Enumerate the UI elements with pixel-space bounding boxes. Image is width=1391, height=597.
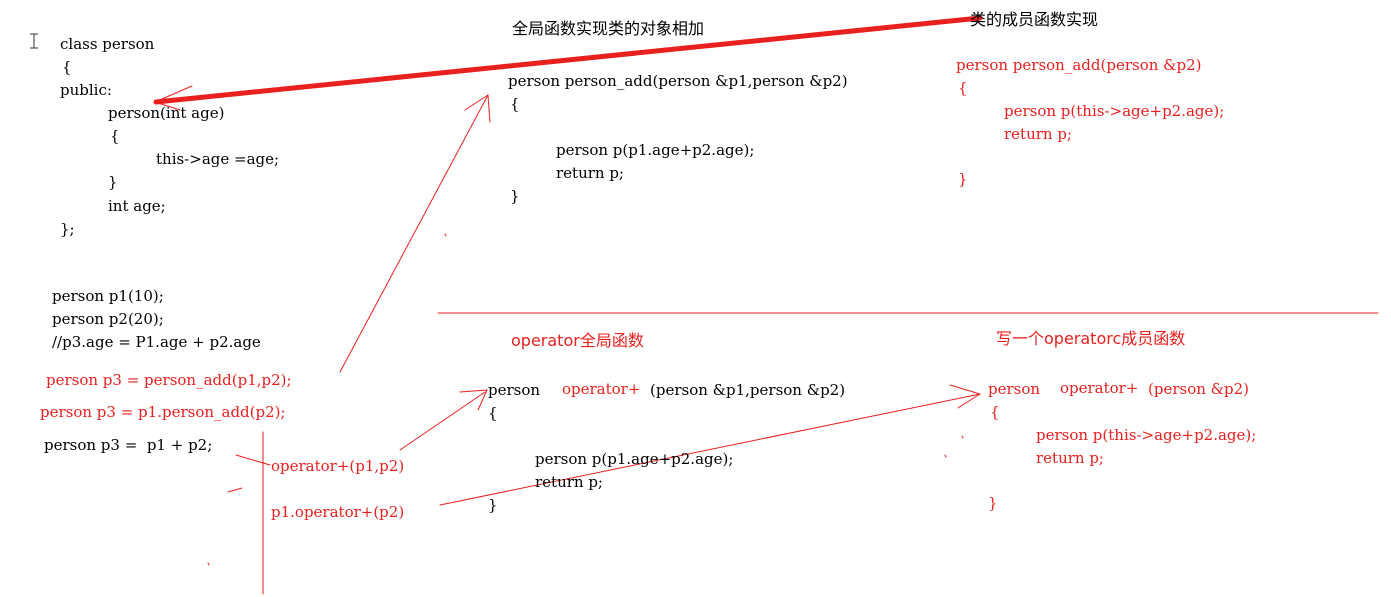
arrowhead-icon bbox=[487, 94, 491, 123]
global-op-open: { bbox=[488, 404, 498, 422]
global-op-body2: return p; bbox=[535, 473, 603, 491]
global-add-body2: return p; bbox=[556, 164, 624, 182]
member-add-close: } bbox=[958, 170, 968, 188]
member-decl: int age; bbox=[108, 197, 166, 215]
usage-comment: //p3.age = P1.age + p2.age bbox=[52, 333, 261, 351]
arrowhead-icon bbox=[459, 389, 488, 393]
class-decl: class person bbox=[60, 35, 155, 53]
member-op-title: 写一个operatorc成员函数 bbox=[996, 329, 1186, 348]
stray-mark bbox=[444, 233, 447, 237]
global-op-ret: person bbox=[488, 381, 541, 399]
usage-call-member: person p3 = p1.person_add(p2); bbox=[40, 403, 286, 421]
member-op-params: (person &p2) bbox=[1148, 380, 1250, 398]
global-add-sig: person person_add(person &p1,person &p2) bbox=[508, 72, 848, 90]
text-cursor-icon bbox=[30, 33, 38, 49]
global-op-name: operator+ bbox=[562, 380, 641, 398]
usage-call-operator: person p3 = p1 + p2; bbox=[44, 436, 213, 454]
arrow-stub bbox=[227, 487, 243, 493]
ctor-open-brace: { bbox=[110, 127, 120, 145]
member-op-open: { bbox=[990, 403, 1000, 421]
arrow-to-global-add bbox=[339, 94, 489, 373]
member-op-name: operator+ bbox=[1060, 379, 1139, 397]
member-op-body2: return p; bbox=[1036, 449, 1104, 467]
member-add-open: { bbox=[958, 79, 968, 97]
global-add-title: 全局函数实现类的对象相加 bbox=[512, 19, 705, 38]
global-add-close: } bbox=[510, 187, 520, 205]
member-op-close: } bbox=[988, 494, 998, 512]
global-add-body1: person p(p1.age+p2.age); bbox=[556, 141, 755, 159]
constructor-sig: person(int age) bbox=[108, 104, 225, 122]
member-add-body1: person p(this->age+p2.age); bbox=[1004, 102, 1225, 120]
stray-mark bbox=[944, 454, 947, 458]
global-add-open: { bbox=[510, 95, 520, 113]
member-add-title: 类的成员函数实现 bbox=[970, 10, 1099, 29]
member-add-sig: person person_add(person &p2) bbox=[956, 56, 1202, 74]
arrowhead-icon bbox=[949, 384, 981, 395]
stray-mark bbox=[207, 562, 210, 566]
ctor-body: this->age =age; bbox=[156, 150, 280, 168]
member-op-body1: person p(this->age+p2.age); bbox=[1036, 426, 1257, 444]
global-op-close: } bbox=[488, 496, 498, 514]
global-op-title: operator全局函数 bbox=[511, 331, 644, 350]
usage-call-global: person p3 = person_add(p1,p2); bbox=[46, 371, 292, 389]
member-op-ret: person bbox=[988, 380, 1041, 398]
access-specifier: public: bbox=[60, 81, 112, 99]
global-op-params: (person &p1,person &p2) bbox=[650, 381, 846, 399]
global-op-body1: person p(p1.age+p2.age); bbox=[535, 450, 734, 468]
stray-mark bbox=[961, 435, 964, 439]
ctor-close-brace: } bbox=[108, 173, 118, 191]
usage-p2: person p2(20); bbox=[52, 310, 164, 328]
arrowhead-icon bbox=[477, 389, 488, 411]
expand-global-op: operator+(p1,p2) bbox=[271, 457, 405, 475]
class-open-brace: { bbox=[62, 58, 72, 76]
member-add-body2: return p; bbox=[1004, 125, 1072, 143]
expand-member-op: p1.operator+(p2) bbox=[271, 503, 405, 521]
arrow-to-expand bbox=[235, 454, 271, 466]
class-close-brace: }; bbox=[60, 220, 75, 238]
arrow-to-global-op bbox=[399, 391, 486, 451]
usage-p1: person p1(10); bbox=[52, 287, 164, 305]
